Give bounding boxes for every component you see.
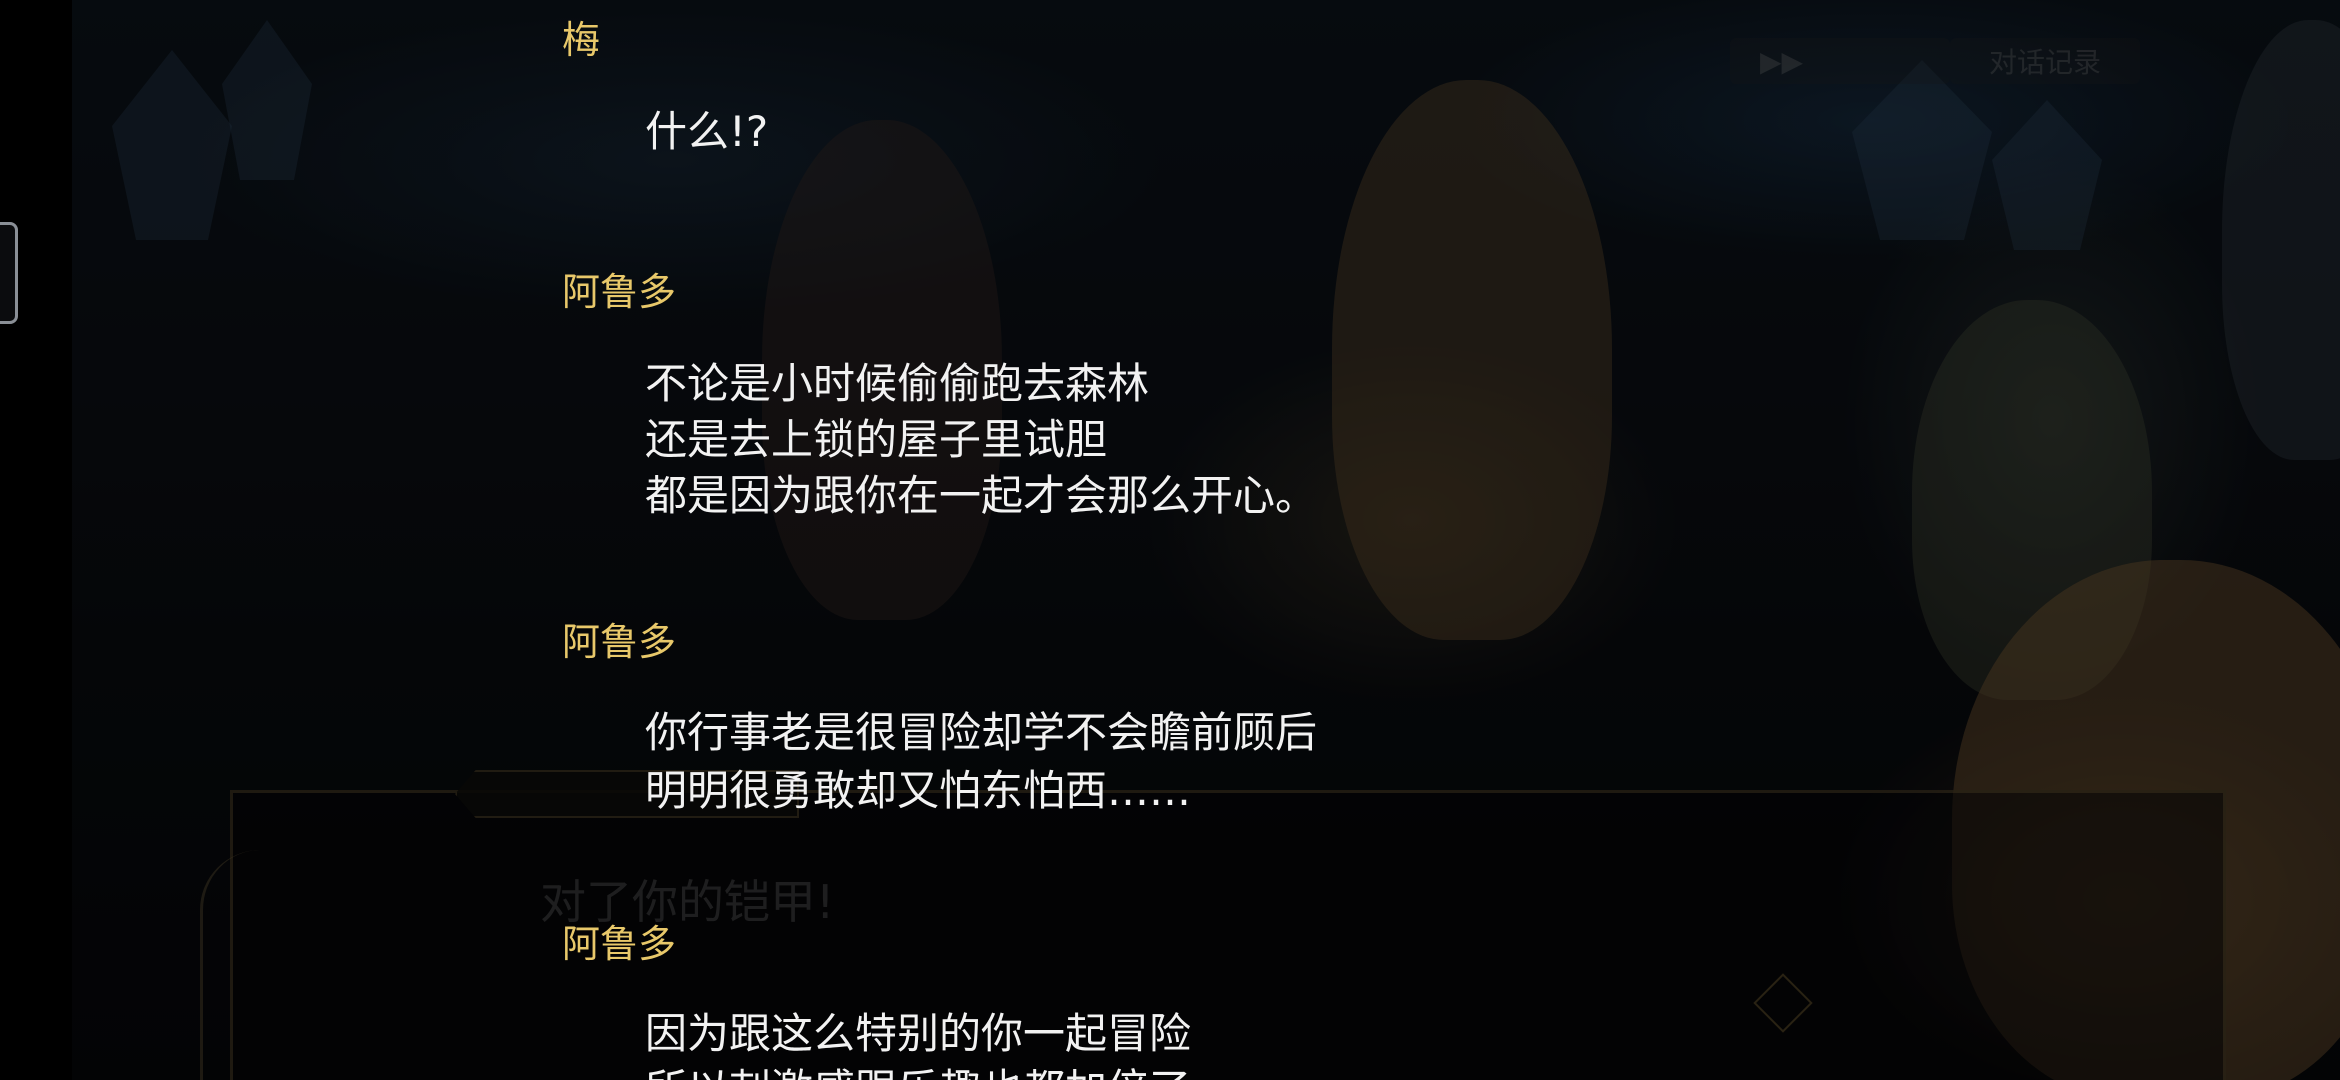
dialog-line: 明明很勇敢却又怕东怕西…… bbox=[645, 766, 1192, 815]
game-screen: 对了你的铠甲! ▶▶ 对话记录 梅 什么!? 阿鲁多 不论是小时候偷偷跑去森林 … bbox=[0, 0, 2340, 1080]
speaker-name: 阿鲁多 bbox=[562, 270, 677, 314]
dialog-line: 所以刺激感跟乐趣也都加倍了 bbox=[645, 1062, 1191, 1080]
dialog-line: 你行事老是很冒险却学不会瞻前顾后 bbox=[645, 708, 1318, 757]
speaker-name: 梅 bbox=[562, 18, 601, 62]
dialog-line: 不论是小时候偷偷跑去森林 bbox=[645, 359, 1150, 408]
dialog-backlog[interactable]: 梅 什么!? 阿鲁多 不论是小时候偷偷跑去森林 还是去上锁的屋子里试胆 都是因为… bbox=[0, 0, 2340, 1080]
dialog-line: 还是去上锁的屋子里试胆 bbox=[645, 415, 1108, 464]
dialog-line: 因为跟这么特别的你一起冒险 bbox=[645, 1009, 1192, 1058]
dialog-line: 都是因为跟你在一起才会那么开心。 bbox=[645, 471, 1318, 520]
dialog-line: 什么!? bbox=[645, 107, 769, 156]
speaker-name: 阿鲁多 bbox=[562, 922, 677, 966]
speaker-name: 阿鲁多 bbox=[562, 620, 677, 664]
